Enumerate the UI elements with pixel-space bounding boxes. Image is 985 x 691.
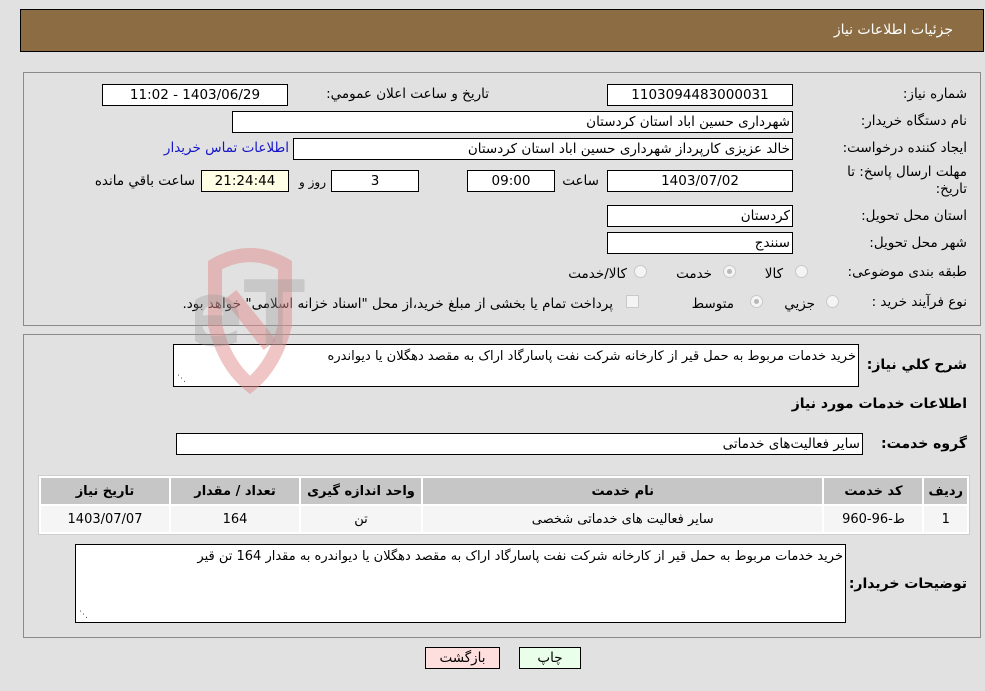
page-header: جزئیات اطلاعات نیاز — [20, 9, 984, 52]
category-option-service: خدمت — [676, 266, 712, 282]
buyer-notes-label: توضیحات خریدار: — [848, 576, 967, 592]
category-radio-service[interactable] — [723, 265, 736, 278]
category-radio-goods[interactable] — [795, 265, 808, 278]
days-label: روز و — [299, 175, 326, 189]
buyer-org-label: نام دستگاه خریدار: — [860, 113, 967, 129]
days-remaining-field: 3 — [331, 170, 419, 192]
services-table: ردیف کد خدمت نام خدمت واحد اندازه گیری ت… — [38, 475, 970, 535]
category-label: طبقه بندی موضوعی: — [847, 264, 967, 280]
resize-grip-icon[interactable]: ⋰ — [176, 374, 186, 384]
service-group-field: سایر فعالیت‌های خدماتی — [176, 433, 863, 455]
back-button[interactable]: بازگشت — [425, 647, 500, 669]
col-row: ردیف — [924, 478, 967, 504]
announce-label: تاریخ و ساعت اعلان عمومي: — [326, 86, 489, 102]
deadline-label: مهلت ارسال پاسخ: تا تاریخ: — [847, 164, 967, 197]
time-remaining-label: ساعت باقي مانده — [94, 173, 195, 189]
cell-quantity: 164 — [171, 506, 299, 532]
col-need-date: تاریخ نیاز — [41, 478, 169, 504]
cell-service-code: ط-96-960 — [824, 506, 923, 532]
buyer-contact-link[interactable]: اطلاعات تماس خریدار — [164, 140, 289, 156]
category-radio-goods-service[interactable] — [634, 265, 647, 278]
page-title: جزئیات اطلاعات نیاز — [833, 22, 953, 38]
category-option-goods: کالا — [764, 266, 783, 282]
category-option-goods-service: کالا/خدمت — [568, 266, 627, 282]
description-text: خرید خدمات مربوط به حمل قیر از کارخانه ش… — [327, 349, 856, 364]
table-row: 1 ط-96-960 سایر فعالیت های خدماتی شخصی ت… — [41, 506, 967, 532]
resize-grip-icon[interactable]: ⋰ — [78, 610, 88, 620]
deadline-date-field: 1403/07/02 — [607, 170, 793, 192]
cell-service-name: سایر فعالیت های خدماتی شخصی — [423, 506, 823, 532]
cell-unit: تن — [301, 506, 421, 532]
deadline-time-label: ساعت — [562, 173, 599, 189]
announce-field: 1403/06/29 - 11:02 — [102, 84, 288, 106]
need-number-field: 1103094483000031 — [607, 84, 793, 106]
time-remaining-field: 21:24:44 — [201, 170, 289, 192]
city-label: شهر محل تحویل: — [869, 235, 967, 251]
city-field: سنندج — [607, 232, 793, 254]
process-radio-medium[interactable] — [750, 295, 763, 308]
deadline-time-field: 09:00 — [467, 170, 555, 192]
cell-need-date: 1403/07/07 — [41, 506, 169, 532]
col-service-name: نام خدمت — [423, 478, 823, 504]
col-service-code: کد خدمت — [824, 478, 923, 504]
requester-field: خالد عزیزی کارپرداز شهرداری حسین اباد اس… — [293, 138, 793, 160]
treasury-note: پرداخت تمام یا بخشی از مبلغ خرید،از محل … — [182, 296, 613, 312]
buyer-notes-text: خرید خدمات مربوط به حمل قیر از کارخانه ش… — [197, 549, 843, 564]
services-section-title: اطلاعات خدمات مورد نیاز — [791, 396, 967, 412]
process-label: نوع فرآیند خرید : — [871, 294, 967, 310]
province-field: کردستان — [607, 205, 793, 227]
col-quantity: تعداد / مقدار — [171, 478, 299, 504]
print-button[interactable]: چاپ — [519, 647, 581, 669]
service-group-label: گروه خدمت: — [881, 436, 967, 452]
buyer-notes-textarea[interactable]: خرید خدمات مربوط به حمل قیر از کارخانه ش… — [75, 544, 846, 623]
province-label: استان محل تحویل: — [861, 208, 967, 224]
process-radio-minor[interactable] — [826, 295, 839, 308]
need-number-label: شماره نیاز: — [902, 86, 967, 102]
description-textarea[interactable]: خرید خدمات مربوط به حمل قیر از کارخانه ش… — [173, 344, 859, 387]
col-unit: واحد اندازه گیری — [301, 478, 421, 504]
description-label: شرح کلي نیاز: — [866, 357, 967, 373]
requester-label: ایجاد کننده درخواست: — [842, 140, 967, 156]
process-option-medium: متوسط — [691, 296, 734, 312]
table-header-row: ردیف کد خدمت نام خدمت واحد اندازه گیری ت… — [41, 478, 967, 504]
cell-row: 1 — [924, 506, 967, 532]
buyer-org-field: شهرداری حسین اباد استان کردستان — [232, 111, 793, 133]
process-option-minor: جزيي — [784, 296, 815, 312]
treasury-checkbox[interactable] — [626, 295, 639, 308]
